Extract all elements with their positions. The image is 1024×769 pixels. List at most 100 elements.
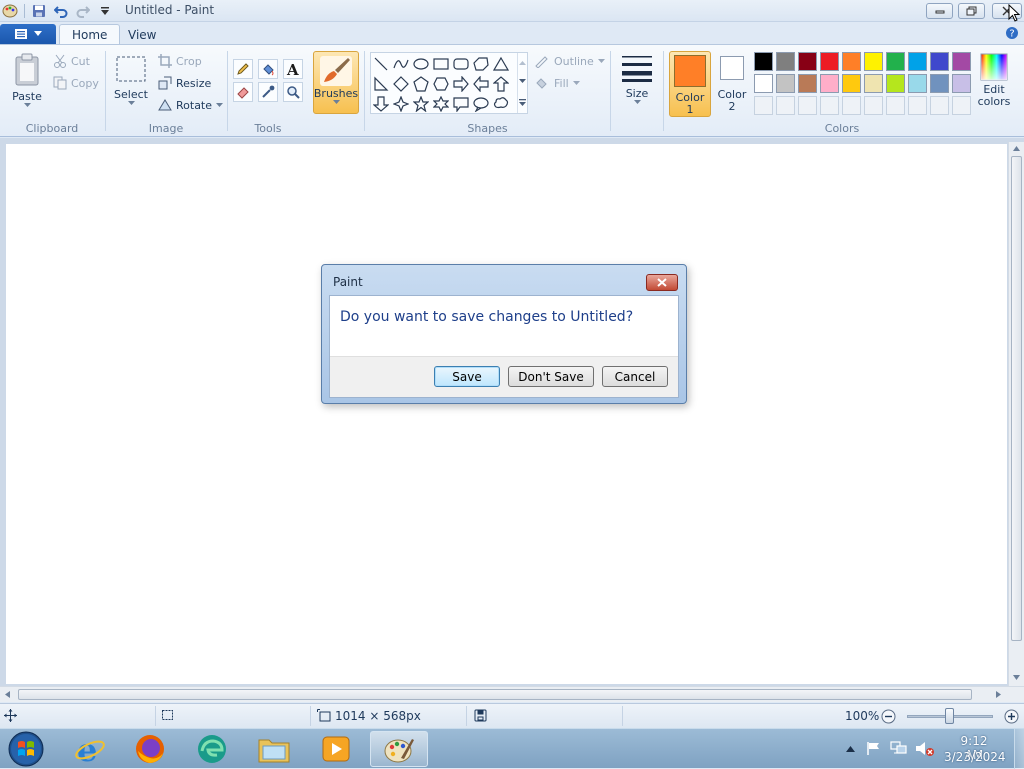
copy-button[interactable]: Copy <box>53 76 99 90</box>
fill-button[interactable]: Fill <box>534 76 580 90</box>
show-hidden-icons-icon[interactable] <box>846 745 855 752</box>
custom-color-slot[interactable] <box>930 96 949 115</box>
horizontal-scrollbar[interactable] <box>0 686 1024 702</box>
rectangle-shape-icon[interactable] <box>432 55 450 73</box>
zoom-in-icon[interactable] <box>1004 709 1019 724</box>
paste-button[interactable]: Paste <box>10 53 44 108</box>
help-icon[interactable]: ? <box>1005 26 1019 40</box>
rounded-rectangle-shape-icon[interactable] <box>452 55 470 73</box>
scroll-left-icon[interactable] <box>5 691 10 698</box>
fill-tool[interactable] <box>258 59 278 79</box>
customize-qat-icon[interactable] <box>97 3 113 19</box>
taskbar-firefox[interactable] <box>122 731 178 767</box>
cut-button[interactable]: Cut <box>53 54 90 68</box>
color-swatch[interactable] <box>798 52 817 71</box>
custom-color-slot[interactable] <box>776 96 795 115</box>
custom-color-slot[interactable] <box>886 96 905 115</box>
undo-icon[interactable] <box>53 3 69 19</box>
custom-color-slot[interactable] <box>908 96 927 115</box>
text-tool[interactable]: A <box>283 59 303 79</box>
custom-color-slot[interactable] <box>842 96 861 115</box>
action-center-flag-icon[interactable] <box>866 741 881 756</box>
color1-button[interactable]: Color 1 <box>669 51 711 117</box>
color-swatch[interactable] <box>820 52 839 71</box>
network-icon[interactable] <box>890 740 908 756</box>
color-swatch[interactable] <box>864 74 883 93</box>
restore-button[interactable] <box>958 3 985 19</box>
color-swatch[interactable] <box>930 74 949 93</box>
save-icon[interactable] <box>31 3 47 19</box>
paint-app-icon[interactable] <box>2 3 18 19</box>
diamond-shape-icon[interactable] <box>392 75 410 93</box>
custom-color-slot[interactable] <box>820 96 839 115</box>
oval-shape-icon[interactable] <box>412 55 430 73</box>
scroll-up-icon[interactable] <box>1013 146 1020 151</box>
color-swatch[interactable] <box>820 74 839 93</box>
color-swatch[interactable] <box>754 74 773 93</box>
color-swatch[interactable] <box>908 52 927 71</box>
color-swatch[interactable] <box>776 52 795 71</box>
polygon-shape-icon[interactable] <box>472 55 490 73</box>
oval-callout-shape-icon[interactable] <box>472 95 490 113</box>
color-swatch[interactable] <box>908 74 927 93</box>
color-swatch[interactable] <box>952 52 971 71</box>
hexagon-shape-icon[interactable] <box>432 75 450 93</box>
taskbar-file-explorer[interactable] <box>246 731 302 767</box>
taskbar-edge[interactable] <box>184 731 240 767</box>
color-swatch[interactable] <box>776 74 795 93</box>
show-desktop-button[interactable] <box>1014 729 1024 769</box>
rectangular-callout-shape-icon[interactable] <box>452 95 470 113</box>
tab-home[interactable]: Home <box>59 24 121 45</box>
curve-shape-icon[interactable] <box>392 55 410 73</box>
file-menu-button[interactable] <box>0 24 56 44</box>
color-swatch[interactable] <box>886 74 905 93</box>
right-triangle-shape-icon[interactable] <box>372 75 390 93</box>
cancel-button[interactable]: Cancel <box>602 366 668 387</box>
outline-button[interactable]: Outline <box>534 54 605 68</box>
custom-color-slot[interactable] <box>952 96 971 115</box>
up-arrow-shape-icon[interactable] <box>492 75 510 93</box>
shapes-scroll[interactable] <box>517 53 527 113</box>
edit-colors-button[interactable]: Edit colors <box>976 53 1012 108</box>
color-swatch[interactable] <box>798 74 817 93</box>
four-point-star-shape-icon[interactable] <box>392 95 410 113</box>
right-arrow-shape-icon[interactable] <box>452 75 470 93</box>
drawing-canvas[interactable] <box>6 144 1007 684</box>
triangle-shape-icon[interactable] <box>492 55 510 73</box>
color2-button[interactable]: Color 2 <box>714 56 750 113</box>
pentagon-shape-icon[interactable] <box>412 75 430 93</box>
line-shape-icon[interactable] <box>372 55 390 73</box>
cloud-callout-shape-icon[interactable] <box>492 95 510 113</box>
color-swatch[interactable] <box>864 52 883 71</box>
magnifier-tool[interactable] <box>283 82 303 102</box>
brushes-button[interactable]: Brushes <box>313 51 359 114</box>
resize-button[interactable]: Resize <box>158 76 211 90</box>
taskbar-internet-explorer[interactable]: e <box>62 731 118 767</box>
left-arrow-shape-icon[interactable] <box>472 75 490 93</box>
save-button[interactable]: Save <box>434 366 500 387</box>
custom-color-slot[interactable] <box>864 96 883 115</box>
volume-muted-icon[interactable] <box>915 740 935 757</box>
dont-save-button[interactable]: Don't Save <box>508 366 594 387</box>
minimize-button[interactable] <box>926 3 953 19</box>
color-swatch[interactable] <box>952 74 971 93</box>
vertical-scrollbar[interactable] <box>1008 142 1024 687</box>
horizontal-scroll-thumb[interactable] <box>18 689 972 700</box>
crop-button[interactable]: Crop <box>158 54 202 68</box>
start-button[interactable] <box>6 730 46 768</box>
size-button[interactable]: Size <box>618 53 656 105</box>
color-swatch[interactable] <box>842 52 861 71</box>
six-point-star-shape-icon[interactable] <box>432 95 450 113</box>
zoom-out-icon[interactable] <box>881 709 896 724</box>
zoom-slider-thumb[interactable] <box>945 708 954 724</box>
color-picker-tool[interactable] <box>258 82 278 102</box>
taskbar-media-player[interactable] <box>308 731 364 767</box>
down-arrow-shape-icon[interactable] <box>372 95 390 113</box>
pencil-tool[interactable] <box>233 59 253 79</box>
shapes-gallery[interactable] <box>370 52 528 114</box>
clock-date[interactable]: 3/23/2024 <box>944 750 1006 764</box>
select-button[interactable]: Select <box>114 55 148 106</box>
five-point-star-shape-icon[interactable] <box>412 95 430 113</box>
redo-icon[interactable] <box>75 3 91 19</box>
vertical-scroll-thumb[interactable] <box>1011 156 1022 641</box>
